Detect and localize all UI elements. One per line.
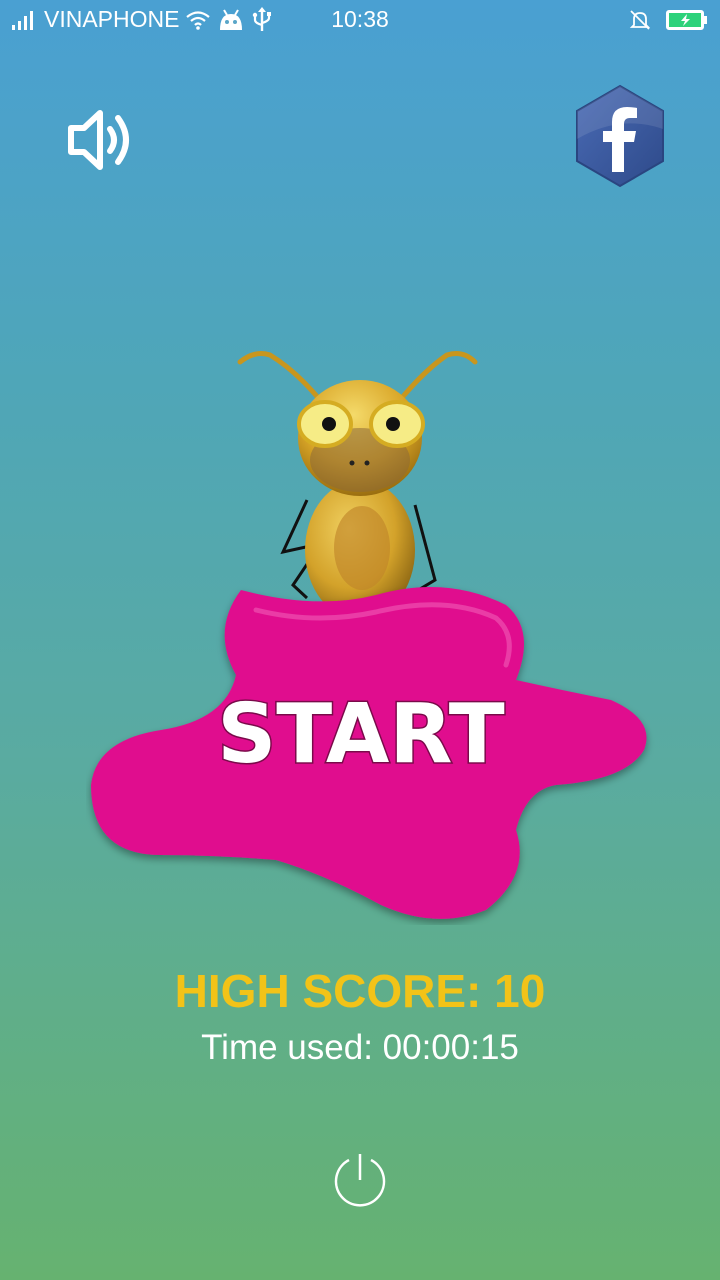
high-score-text: HIGH SCORE: 10 <box>174 965 546 1017</box>
quit-button[interactable] <box>330 1150 390 1210</box>
ant-character <box>225 340 495 620</box>
power-icon <box>334 1154 386 1207</box>
ant-illustration <box>237 351 478 620</box>
bell-muted-icon <box>629 10 651 30</box>
start-splash: START <box>91 587 647 919</box>
facebook-share-button[interactable] <box>572 84 668 188</box>
speaker-icon <box>68 110 129 170</box>
status-right <box>628 8 708 32</box>
start-button[interactable]: START <box>86 580 656 925</box>
battery-charging-icon <box>666 10 707 30</box>
status-time: 10:38 <box>331 6 389 32</box>
facebook-icon <box>576 84 664 188</box>
status-bar: VINAPHONE 10:38 <box>0 0 720 38</box>
start-label: START <box>217 687 505 782</box>
sound-toggle-button[interactable] <box>66 108 136 172</box>
time-used-text: Time used: 00:00:15 <box>201 1028 519 1067</box>
